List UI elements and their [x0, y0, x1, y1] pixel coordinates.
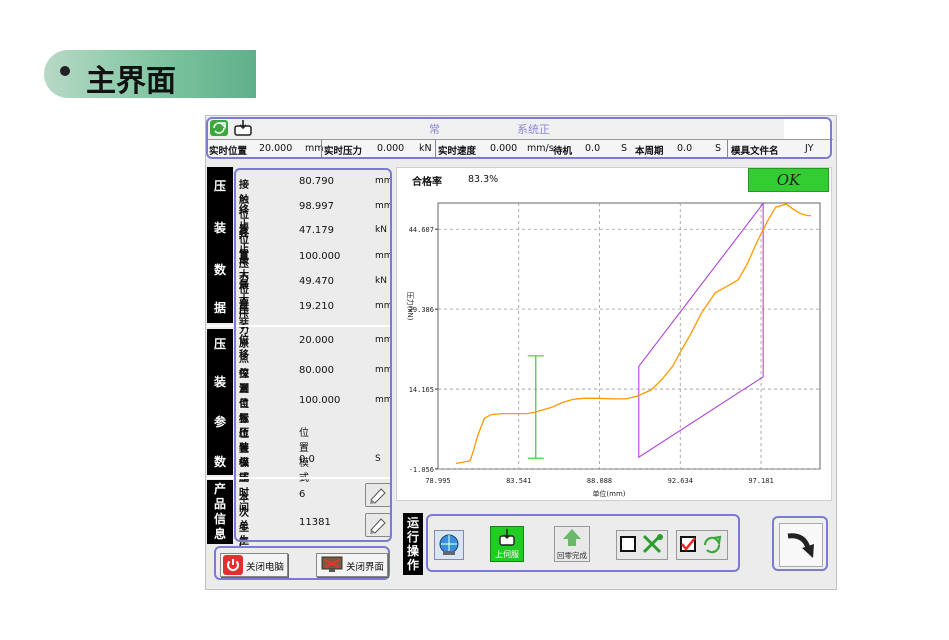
- operation-label: 运 行 操 作: [403, 513, 423, 575]
- tools-icon: [641, 533, 665, 559]
- exit-arrow-icon: [779, 523, 823, 567]
- return-home-label: 回零完成: [557, 551, 587, 560]
- x-tick-label: 78.995: [425, 477, 450, 485]
- close-ui-label: 关闭界面: [346, 562, 385, 573]
- x-tick-label: 88.088: [587, 477, 612, 485]
- pass-rate-label: 合格率: [412, 177, 442, 188]
- y-tick-label: 44.607: [409, 226, 434, 234]
- press-params-label: 压 装 参 数: [207, 329, 233, 475]
- auto-mode-button[interactable]: [676, 530, 728, 560]
- checkbox-checked-icon: [680, 536, 696, 552]
- power-icon: [223, 555, 243, 575]
- shutdown-button[interactable]: 关闭电脑: [220, 553, 288, 577]
- operation-bar: 上伺服 回零完成: [426, 514, 740, 572]
- servo-on-label: 上伺服: [495, 550, 519, 559]
- return-home-button[interactable]: 回零完成: [554, 526, 590, 562]
- product-info-label: 产 品 信 息: [207, 480, 233, 544]
- y-axis-label: 压力(kN): [406, 292, 415, 321]
- bullet-dot: [60, 66, 70, 76]
- status-bar-highlight: [206, 117, 832, 159]
- press-data-label: 压 装 数 据: [207, 167, 233, 323]
- servo-on-button[interactable]: 上伺服: [490, 526, 524, 562]
- exit-button[interactable]: [772, 516, 828, 571]
- left-panel-highlight: [234, 168, 392, 542]
- manual-mode-button[interactable]: [616, 530, 668, 560]
- ok-indicator: OK: [748, 168, 829, 192]
- x-axis-label: 单位(mm): [592, 489, 625, 498]
- pass-rate-value: 83.3%: [468, 174, 499, 185]
- network-icon[interactable]: [434, 530, 464, 560]
- monitor-icon: [321, 556, 343, 574]
- checkbox-empty-icon: [620, 536, 636, 552]
- close-ui-button[interactable]: 关闭界面: [316, 553, 388, 577]
- slide-title: 主界面: [86, 64, 176, 99]
- pressure-curve-chart: 78.995 83.541 88.088 92.634 97.181 -1.056 14.1…: [406, 202, 821, 498]
- shutdown-label: 关闭电脑: [246, 562, 285, 573]
- x-tick-label: 97.181: [748, 477, 773, 485]
- y-tick-label: -1.056: [409, 466, 434, 474]
- x-tick-label: 83.541: [506, 477, 531, 485]
- cycle-icon: [701, 534, 723, 560]
- y-tick-label: 14.165: [409, 386, 434, 394]
- system-buttons: 关闭电脑 关闭界面: [214, 546, 390, 580]
- x-tick-label: 92.634: [668, 477, 693, 485]
